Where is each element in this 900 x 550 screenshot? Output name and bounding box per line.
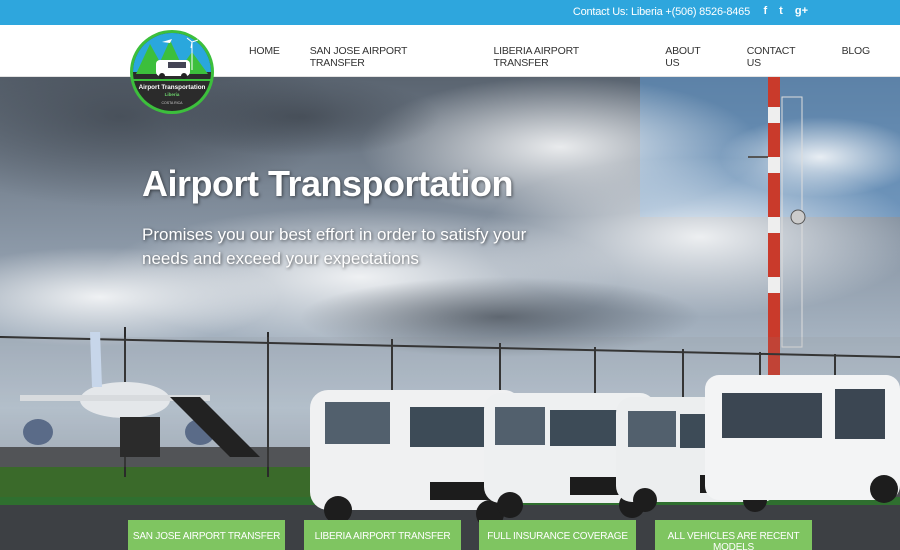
- hero-section: Airport Transportation Promises you our …: [0, 77, 900, 550]
- hero-title: Airport Transportation: [142, 163, 514, 204]
- hero-subtitle: Promises you our best effort in order to…: [142, 225, 527, 268]
- nav-item-contact-us[interactable]: CONTACT US: [747, 45, 812, 69]
- nav-item-home[interactable]: HOME: [249, 45, 280, 69]
- feature-san-jose-airport-transfer[interactable]: SAN JOSE AIRPORT TRANSFER: [128, 520, 285, 550]
- twitter-icon[interactable]: t: [779, 5, 783, 17]
- nav-item-blog[interactable]: BLOG: [842, 45, 871, 69]
- top-bar: Contact Us: Liberia +(506) 8526-8465 f t…: [0, 0, 900, 25]
- nav-item-about-us[interactable]: ABOUT US: [665, 45, 717, 69]
- main-nav: HOME SAN JOSE AIRPORT TRANSFER LIBERIA A…: [249, 45, 900, 69]
- features-bar: SAN JOSE AIRPORT TRANSFER LIBERIA AIRPOR…: [0, 520, 900, 550]
- hero-background-image: [0, 77, 900, 550]
- feature-liberia-airport-transfer[interactable]: LIBERIA AIRPORT TRANSFER: [304, 520, 461, 550]
- facebook-icon[interactable]: f: [764, 5, 768, 17]
- logo-title: Airport Transportation: [138, 84, 206, 91]
- logo-country: COSTA RICA: [161, 101, 183, 105]
- nav-item-liberia-airport-transfer[interactable]: LIBERIA AIRPORT TRANSFER: [493, 45, 635, 69]
- contact-phone[interactable]: Contact Us: Liberia +(506) 8526-8465: [573, 6, 750, 18]
- social-links: f t g+: [764, 5, 809, 17]
- nav-item-san-jose-airport-transfer[interactable]: SAN JOSE AIRPORT TRANSFER: [310, 45, 464, 69]
- google-plus-icon[interactable]: g+: [795, 5, 808, 17]
- logo-subtitle: Liberia: [164, 92, 180, 97]
- feature-full-insurance-coverage[interactable]: FULL INSURANCE COVERAGE: [479, 520, 636, 550]
- bus: [705, 375, 900, 503]
- site-logo[interactable]: Airport Transportation Liberia COSTA RIC…: [130, 30, 214, 114]
- feature-recent-models[interactable]: ALL VEHICLES ARE RECENT MODELS: [655, 520, 812, 550]
